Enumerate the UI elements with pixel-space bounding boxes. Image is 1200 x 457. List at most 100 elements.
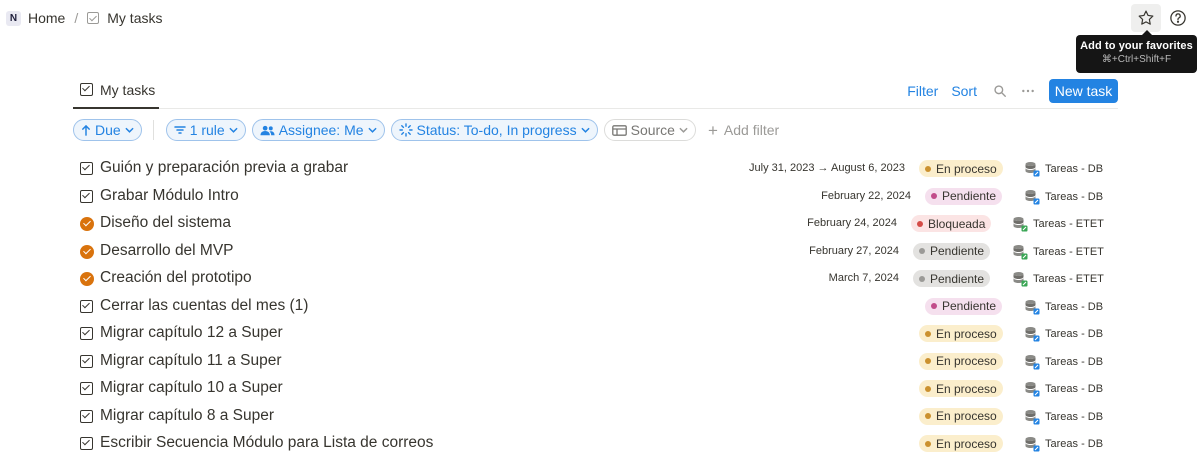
orange-check-circle-icon[interactable] (80, 244, 94, 259)
status-badge: En proceso (919, 380, 1003, 397)
sort-due-pill[interactable]: Due (73, 119, 142, 141)
question-icon (1170, 10, 1186, 26)
task-row[interactable]: Grabar Módulo Intro Pendiente February 22,… (73, 183, 1118, 211)
source-link[interactable]: Tareas - DB (1024, 409, 1103, 425)
chevron-down-icon (367, 127, 377, 133)
source-label: Tareas - ETET (1033, 218, 1104, 230)
database-icon (1025, 162, 1040, 177)
database-icon (1025, 327, 1040, 342)
task-title[interactable]: Migrar capítulo 10 a Super (100, 379, 283, 397)
task-row[interactable]: Cerrar las cuentas del mes (1) Pendiente T… (73, 293, 1118, 321)
source-label: Tareas - ETET (1033, 245, 1104, 258)
source-label: Tareas - DB (1045, 383, 1104, 395)
due-date: February 24, 2024 (807, 217, 897, 229)
tab-my-tasks[interactable]: My tasks (73, 72, 159, 109)
task-row[interactable]: Migrar capítulo 11 a Super En proceso Tare… (73, 348, 1118, 376)
status-dot-icon (919, 275, 925, 282)
rule-pill[interactable]: 1 rule (165, 119, 246, 141)
checkbox-icon[interactable] (80, 382, 93, 395)
task-row[interactable]: Desarrollo del MVP Pendiente February 27, … (73, 238, 1118, 266)
breadcrumb-current[interactable]: My tasks (107, 10, 162, 26)
rule-label: 1 rule (189, 122, 225, 138)
checkbox-icon[interactable] (80, 299, 93, 313)
sort-due-label: Due (95, 122, 121, 138)
status-dot-icon (917, 220, 923, 227)
status-dot-icon (925, 385, 931, 392)
task-title[interactable]: Desarrollo del MVP (100, 242, 234, 260)
task-title[interactable]: Migrar capítulo 12 a Super (100, 324, 283, 342)
status-label: Pendiente (942, 189, 997, 203)
source-label: Tareas - DB (1045, 163, 1104, 175)
status-dot-icon (925, 440, 931, 447)
checkbox-icon[interactable] (80, 327, 93, 340)
checkbox-icon[interactable] (80, 354, 93, 368)
sort-button[interactable]: Sort (951, 83, 977, 99)
status-label: Pendiente (942, 299, 997, 313)
more-options-button[interactable] (1018, 81, 1038, 101)
orange-check-circle-icon[interactable] (80, 217, 94, 231)
source-label: Tareas - DB (1045, 300, 1104, 313)
task-row[interactable]: Diseño del sistema Bloqueada February 24, … (73, 210, 1118, 238)
database-icon (1025, 409, 1040, 424)
status-dot-icon (925, 330, 931, 337)
task-title[interactable]: Cerrar las cuentas del mes (1) (100, 297, 308, 315)
status-badge: En proceso (919, 160, 1003, 177)
add-filter-button[interactable]: + Add filter (708, 122, 779, 139)
source-link[interactable]: Tareas - DB (1024, 326, 1103, 342)
status-label: En proceso (936, 161, 997, 176)
task-title[interactable]: Grabar Módulo Intro (100, 187, 239, 205)
assignee-pill[interactable]: Assignee: Me (251, 119, 385, 141)
source-label: Source (630, 122, 675, 138)
source-link[interactable]: Tareas - DB (1024, 161, 1103, 177)
new-task-button[interactable]: New task (1049, 79, 1118, 103)
status-dot-icon (931, 303, 937, 309)
task-row[interactable]: Guión y preparación previa a grabar En pr… (73, 155, 1118, 183)
favorite-button[interactable] (1131, 4, 1161, 32)
source-link[interactable]: Tareas - DB (1024, 299, 1103, 315)
source-link[interactable]: Tareas - DB (1024, 381, 1103, 397)
checkbox-icon[interactable] (80, 409, 93, 423)
source-link[interactable]: Tareas - ETET (1012, 244, 1104, 260)
source-link[interactable]: Tareas - ETET (1012, 271, 1104, 287)
checkbox-icon[interactable] (80, 162, 93, 175)
status-label: En proceso (936, 409, 997, 423)
task-title[interactable]: Creación del prototipo (100, 269, 252, 287)
breadcrumb-home[interactable]: Home (28, 10, 65, 26)
status-dot-icon (931, 193, 937, 199)
status-label: En proceso (936, 436, 997, 451)
source-label: Tareas - ETET (1033, 273, 1104, 285)
table-icon (611, 124, 627, 136)
status-label: Bloqueada (928, 216, 986, 231)
database-icon (1013, 272, 1028, 287)
orange-check-circle-icon[interactable] (80, 272, 94, 286)
source-link[interactable]: Tareas - DB (1024, 189, 1103, 205)
workspace-logo-icon[interactable]: N (6, 10, 21, 26)
source-pill[interactable]: Source (603, 119, 696, 141)
source-link[interactable]: Tareas - DB (1024, 436, 1103, 452)
checkbox-icon (87, 12, 100, 24)
due-date: February 22, 2024 (821, 189, 911, 202)
star-icon (1138, 10, 1154, 25)
task-row[interactable]: Migrar capítulo 12 a Super En proceso Tare… (73, 320, 1118, 348)
filter-button[interactable]: Filter (907, 83, 938, 99)
task-row[interactable]: Migrar capítulo 10 a Super En proceso Tare… (73, 375, 1118, 403)
task-row[interactable]: Creación del prototipo Pendiente March 7, … (73, 265, 1118, 293)
status-label: Pendiente (930, 244, 985, 258)
task-row[interactable]: Migrar capítulo 8 a Super En proceso Tarea… (73, 403, 1118, 431)
status-pill[interactable]: Status: To-do, In progress (390, 119, 598, 141)
task-list: Guión y preparación previa a grabar En pr… (73, 155, 1118, 457)
task-title[interactable]: Migrar capítulo 8 a Super (100, 407, 274, 425)
task-row[interactable]: Escribir Secuencia Módulo para Lista de … (73, 430, 1118, 457)
status-badge: En proceso (919, 407, 1003, 425)
task-title[interactable]: Guión y preparación previa a grabar (100, 159, 348, 177)
checkbox-icon[interactable] (80, 437, 93, 450)
source-link[interactable]: Tareas - DB (1024, 354, 1103, 370)
task-title[interactable]: Diseño del sistema (100, 214, 231, 232)
people-icon (260, 125, 275, 135)
checkbox-icon[interactable] (80, 189, 93, 203)
source-link[interactable]: Tareas - ETET (1012, 216, 1104, 232)
task-title[interactable]: Escribir Secuencia Módulo para Lista de … (100, 434, 433, 452)
search-button[interactable] (990, 81, 1010, 101)
help-button[interactable] (1167, 7, 1189, 29)
task-title[interactable]: Migrar capítulo 11 a Super (100, 352, 282, 370)
